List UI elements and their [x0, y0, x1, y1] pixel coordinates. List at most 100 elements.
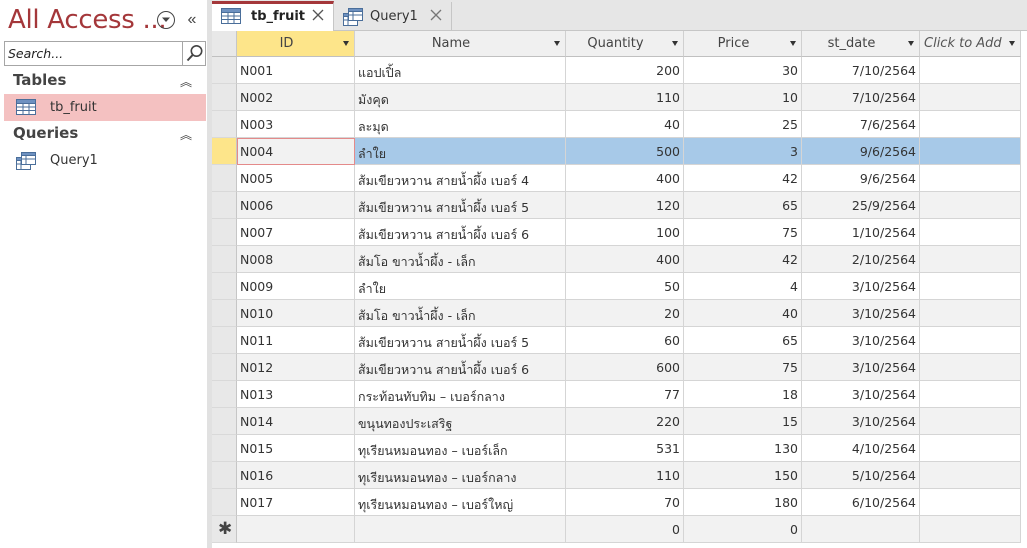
select-all-corner[interactable]	[212, 31, 237, 57]
cell-click-to-add[interactable]	[920, 327, 1021, 354]
column-filter-dropdown-icon[interactable]	[554, 41, 560, 46]
cell-name[interactable]: ทุเรียนหมอนทอง – เบอร์ใหญ่	[355, 489, 566, 516]
table-row[interactable]: N007 ส้มเขียวหวาน สายน้ำผึ้ง เบอร์ 6 100 75…	[212, 219, 1027, 246]
record-selector[interactable]	[212, 57, 237, 84]
group-header-tables[interactable]: Tables ︽	[0, 69, 208, 93]
record-selector[interactable]	[212, 489, 237, 516]
cell-id[interactable]: N014	[237, 408, 355, 435]
cell-price[interactable]: 75	[684, 354, 802, 381]
record-selector[interactable]	[212, 435, 237, 462]
cell-id[interactable]: N002	[237, 84, 355, 111]
cell-click-to-add[interactable]	[920, 300, 1021, 327]
cell-price[interactable]: 65	[684, 327, 802, 354]
table-row[interactable]: N016 ทุเรียนหมอนทอง – เบอร์กลาง 110 150 5/10…	[212, 462, 1027, 489]
record-selector[interactable]	[212, 138, 237, 165]
cell-price[interactable]: 18	[684, 381, 802, 408]
record-selector[interactable]	[212, 165, 237, 192]
cell-name[interactable]: มังคุด	[355, 84, 566, 111]
cell-date[interactable]: 6/10/2564	[802, 489, 920, 516]
cell-price[interactable]: 65	[684, 192, 802, 219]
collapse-pane-icon[interactable]: «	[184, 10, 200, 30]
cell-name[interactable]: ละมุด	[355, 111, 566, 138]
cell-qty[interactable]: 20	[566, 300, 684, 327]
record-selector[interactable]	[212, 219, 237, 246]
cell-id[interactable]: N015	[237, 435, 355, 462]
cell-date[interactable]: 7/10/2564	[802, 84, 920, 111]
table-row[interactable]: N008 ส้มโอ ขาวน้ำผึ้ง - เล็ก 400 42 2/10/256…	[212, 246, 1027, 273]
record-selector[interactable]	[212, 354, 237, 381]
table-row[interactable]: N014 ขนุนทองประเสริฐ 220 15 3/10/2564	[212, 408, 1027, 435]
cell-date[interactable]: 3/10/2564	[802, 300, 920, 327]
table-row[interactable]: N004 ลำใย 500 3 9/6/2564	[212, 138, 1027, 165]
cell-date[interactable]: 1/10/2564	[802, 219, 920, 246]
cell-qty[interactable]: 100	[566, 219, 684, 246]
chevron-up-icon[interactable]: ︽	[180, 73, 192, 90]
cell-price[interactable]: 42	[684, 246, 802, 273]
cell-qty[interactable]: 70	[566, 489, 684, 516]
table-row[interactable]: N006 ส้มเขียวหวาน สายน้ำผึ้ง เบอร์ 5 120 65…	[212, 192, 1027, 219]
cell-qty[interactable]: 400	[566, 246, 684, 273]
nav-menu-dropdown-icon[interactable]	[157, 11, 175, 29]
cell-id[interactable]: N005	[237, 165, 355, 192]
tab-tb-fruit[interactable]: tb_fruit	[212, 1, 334, 31]
cell-qty[interactable]: 77	[566, 381, 684, 408]
column-filter-dropdown-icon[interactable]	[672, 41, 678, 46]
table-row[interactable]: N012 ส้มเขียวหวาน สายน้ำผึ้ง เบอร์ 6 600 75…	[212, 354, 1027, 381]
cell-date[interactable]: 25/9/2564	[802, 192, 920, 219]
cell-name[interactable]: ส้มเขียวหวาน สายน้ำผึ้ง เบอร์ 6	[355, 219, 566, 246]
cell-click-to-add[interactable]	[920, 57, 1021, 84]
cell-qty[interactable]: 40	[566, 111, 684, 138]
cell-price[interactable]: 10	[684, 84, 802, 111]
table-row[interactable]: N011 ส้มเขียวหวาน สายน้ำผึ้ง เบอร์ 5 60 65 3…	[212, 327, 1027, 354]
column-header-name[interactable]: Name	[355, 31, 566, 57]
cell-click-to-add[interactable]	[920, 489, 1021, 516]
cell-qty[interactable]: 220	[566, 408, 684, 435]
record-selector[interactable]	[212, 381, 237, 408]
cell-id[interactable]: N003	[237, 111, 355, 138]
cell-date[interactable]: 9/6/2564	[802, 138, 920, 165]
cell-qty[interactable]: 200	[566, 57, 684, 84]
record-selector[interactable]	[212, 111, 237, 138]
table-row[interactable]: N017 ทุเรียนหมอนทอง – เบอร์ใหญ่ 70 180 6/10/…	[212, 489, 1027, 516]
cell-price[interactable]: 30	[684, 57, 802, 84]
cell-qty[interactable]: 60	[566, 327, 684, 354]
search-icon[interactable]	[182, 42, 205, 65]
new-record-row[interactable]: ✱ 0 0	[212, 516, 1027, 543]
cell-price[interactable]: 150	[684, 462, 802, 489]
cell-qty[interactable]: 531	[566, 435, 684, 462]
nav-item-query1[interactable]: Query1	[4, 147, 206, 174]
cell-click-to-add[interactable]	[920, 273, 1021, 300]
cell-click-to-add[interactable]	[920, 111, 1021, 138]
cell-price[interactable]: 180	[684, 489, 802, 516]
cell-price[interactable]: 25	[684, 111, 802, 138]
cell-date[interactable]	[802, 516, 920, 543]
cell-date[interactable]: 3/10/2564	[802, 354, 920, 381]
cell-date[interactable]: 2/10/2564	[802, 246, 920, 273]
record-selector[interactable]	[212, 192, 237, 219]
table-row[interactable]: N002 มังคุด 110 10 7/10/2564	[212, 84, 1027, 111]
table-row[interactable]: N015 ทุเรียนหมอนทอง – เบอร์เล็ก 531 130 4/10…	[212, 435, 1027, 462]
cell-qty[interactable]: 110	[566, 84, 684, 111]
column-filter-dropdown-icon[interactable]	[908, 41, 914, 46]
cell-name[interactable]: ลำใย	[355, 273, 566, 300]
chevron-up-icon[interactable]: ︽	[180, 126, 192, 143]
cell-qty[interactable]: 120	[566, 192, 684, 219]
column-header-price[interactable]: Price	[684, 31, 802, 57]
table-row[interactable]: N001 แอปเปิ้ล 200 30 7/10/2564	[212, 57, 1027, 84]
cell-id[interactable]: N011	[237, 327, 355, 354]
cell-click-to-add[interactable]	[920, 138, 1021, 165]
cell-price[interactable]: 42	[684, 165, 802, 192]
cell-qty[interactable]: 400	[566, 165, 684, 192]
cell-name[interactable]: ขนุนทองประเสริฐ	[355, 408, 566, 435]
cell-name[interactable]: ส้มโอ ขาวน้ำผึ้ง - เล็ก	[355, 300, 566, 327]
cell-click-to-add[interactable]	[920, 462, 1021, 489]
cell-click-to-add[interactable]	[920, 84, 1021, 111]
cell-click-to-add[interactable]	[920, 165, 1021, 192]
cell-name[interactable]: ส้มเขียวหวาน สายน้ำผึ้ง เบอร์ 4	[355, 165, 566, 192]
cell-id[interactable]	[237, 516, 355, 543]
column-header-id[interactable]: ID	[237, 31, 355, 57]
nav-title[interactable]: All Access ...	[8, 5, 167, 35]
cell-id[interactable]: N009	[237, 273, 355, 300]
cell-date[interactable]: 3/10/2564	[802, 273, 920, 300]
cell-id[interactable]: N007	[237, 219, 355, 246]
